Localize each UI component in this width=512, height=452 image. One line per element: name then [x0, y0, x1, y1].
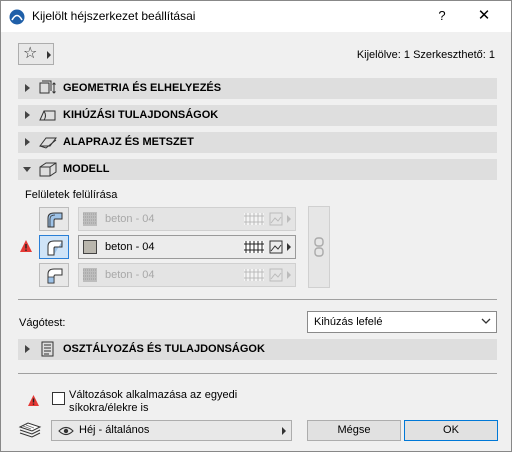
link-surfaces-button[interactable] [308, 206, 330, 288]
section-classification[interactable]: OSZTÁLYOZÁS ÉS TULAJDONSÁGOK [18, 339, 497, 360]
texture-icon [269, 212, 283, 226]
expand-arrow-icon [25, 111, 30, 119]
title-bar: Kijelölt héjszerkezet beállításai ? ✕ [1, 1, 511, 32]
geometry-icon [39, 80, 56, 94]
section-title: KIHÚZÁSI TULAJDONSÁGOK [63, 109, 219, 121]
layers-icon [18, 422, 42, 438]
ok-button[interactable]: OK [404, 420, 498, 441]
section-extrusion[interactable]: KIHÚZÁSI TULAJDONSÁGOK [18, 105, 497, 126]
section-floorplan[interactable]: ALAPRAJZ ÉS METSZET [18, 132, 497, 153]
help-button[interactable]: ? [431, 6, 453, 26]
material-swatch-icon [83, 268, 97, 282]
view-settings-label: Héj - általános [79, 424, 150, 436]
chain-link-icon [314, 237, 324, 257]
divider [18, 299, 497, 300]
selection-info: Kijelölve: 1 Szerkeszthető: 1 [356, 49, 495, 61]
section-model[interactable]: MODELL [18, 159, 497, 180]
material-name: beton - 04 [105, 213, 155, 225]
popup-arrow-icon [282, 427, 286, 435]
expand-arrow-icon [25, 84, 30, 92]
view-settings-dropdown[interactable]: Héj - általános [51, 420, 292, 441]
material-name: beton - 04 [105, 269, 155, 281]
hatch-pattern-icon [244, 213, 264, 225]
cut-body-label: Vágótest: [19, 317, 66, 329]
apply-to-faces-label: Változások alkalmazása az egyedi síkokra… [69, 389, 238, 414]
collapse-arrow-icon [23, 167, 31, 172]
hatch-pattern-icon [244, 269, 264, 281]
floorplan-icon [39, 137, 57, 149]
hatch-pattern-icon [244, 241, 264, 253]
warning-icon [28, 395, 39, 406]
dropdown-arrow-icon [47, 51, 51, 59]
surface-bottom-icon [47, 268, 63, 284]
section-title: MODELL [63, 163, 110, 175]
cut-body-dropdown[interactable]: Kihúzás lefelé [307, 311, 497, 333]
model-icon [39, 162, 57, 177]
cancel-button[interactable]: Mégse [307, 420, 401, 441]
cut-body-value: Kihúzás lefelé [314, 316, 383, 328]
dialog-window: Kijelölt héjszerkezet beállításai ? ✕ ☆ … [0, 0, 512, 452]
side-surface-button[interactable] [39, 235, 69, 259]
bottom-surface-button[interactable] [39, 263, 69, 287]
extrusion-icon [39, 110, 56, 121]
window-title: Kijelölt héjszerkezet beállításai [32, 9, 196, 23]
surface-row-top[interactable]: beton - 04 [78, 207, 296, 231]
popup-arrow-icon [287, 215, 291, 223]
app-icon [9, 9, 25, 25]
surface-row-side[interactable]: beton - 04 [78, 235, 296, 259]
chevron-down-icon [481, 318, 491, 324]
favorites-button[interactable]: ☆ [18, 43, 54, 65]
surface-side-icon [47, 240, 63, 256]
top-surface-button[interactable] [39, 207, 69, 231]
surface-row-bottom[interactable]: beton - 04 [78, 263, 296, 287]
texture-icon [269, 268, 283, 282]
warning-icon [20, 240, 32, 252]
texture-icon [269, 240, 283, 254]
section-geometry[interactable]: GEOMETRIA ÉS ELHELYEZÉS [18, 78, 497, 99]
section-title: OSZTÁLYOZÁS ÉS TULAJDONSÁGOK [63, 343, 265, 355]
star-icon: ☆ [23, 45, 38, 62]
section-title: GEOMETRIA ÉS ELHELYEZÉS [63, 82, 222, 94]
document-icon [41, 341, 54, 357]
surface-top-icon [47, 212, 63, 228]
divider [18, 373, 497, 374]
expand-arrow-icon [25, 345, 30, 353]
surfaces-label: Felületek felülírása [25, 189, 118, 201]
section-title: ALAPRAJZ ÉS METSZET [63, 136, 194, 148]
close-button[interactable]: ✕ [473, 6, 495, 26]
popup-arrow-icon [287, 271, 291, 279]
material-name: beton - 04 [105, 241, 155, 253]
material-swatch-icon [83, 240, 97, 254]
expand-arrow-icon [25, 138, 30, 146]
material-swatch-icon [83, 212, 97, 226]
apply-to-faces-checkbox[interactable] [52, 392, 65, 405]
eye-icon [58, 426, 74, 436]
popup-arrow-icon [287, 243, 291, 251]
